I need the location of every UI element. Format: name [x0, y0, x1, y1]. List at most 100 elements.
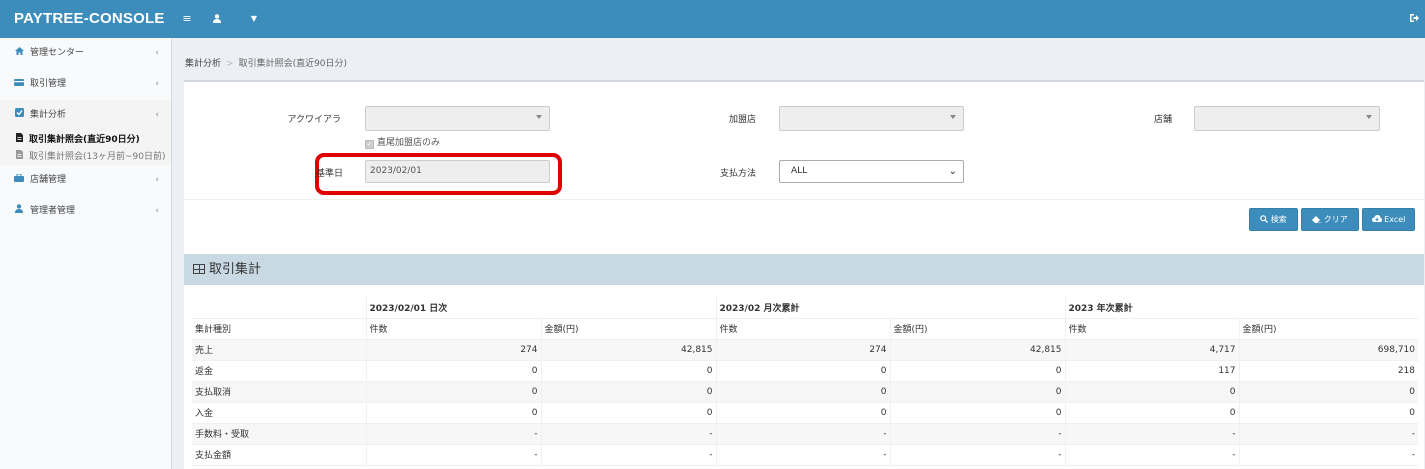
sidebar-item-label: 集計分析 [30, 110, 67, 120]
user-icon[interactable] [211, 0, 223, 38]
sidebar-item-label: 管理者管理 [30, 206, 76, 216]
excel-button[interactable]: Excel [1362, 208, 1415, 231]
table-cell: - [1238, 423, 1418, 445]
table-cell: 117 [1064, 360, 1239, 382]
sidebar-item-transaction[interactable]: 取引管理 ‹ [0, 69, 171, 100]
table-cell-type: 支払金額 [192, 444, 366, 466]
table-row: 手数料・受取 - - - - - - [192, 423, 1418, 445]
table-cell: - [365, 444, 541, 466]
table-cell-type: 売上 [192, 339, 366, 361]
table-header-cell [192, 297, 366, 319]
direct-only-checkbox[interactable]: ✓ [365, 140, 374, 149]
table-cell: 42,815 [889, 339, 1065, 361]
table-cell: 0 [1064, 402, 1239, 424]
acquirer-label: アクワイアラ [287, 115, 341, 125]
chevron-down-icon: ⌄ [948, 166, 957, 177]
table-cell: 0 [540, 402, 716, 424]
summary-title: 取引集計 [209, 262, 262, 277]
card-icon [14, 69, 24, 100]
caret-down-icon [950, 115, 956, 119]
payment-method-value: ALL [791, 166, 808, 176]
table-cell: 0 [889, 381, 1065, 403]
direct-only-label: 直尾加盟店のみ [377, 138, 441, 148]
table-cell: - [889, 444, 1065, 466]
table-icon [193, 264, 205, 274]
table-group-header: 2023/02/01 日次 [365, 297, 716, 319]
table-cell: - [365, 423, 541, 445]
table-cell: - [889, 423, 1065, 445]
table-row: 返金 0 0 0 0 117 218 [192, 360, 1418, 382]
caret-down-icon[interactable]: ▼ [249, 0, 259, 38]
search-button-label: 検索 [1270, 215, 1287, 224]
caret-down-icon [1366, 115, 1372, 119]
table-header-cell: 金額(円) [1238, 318, 1418, 340]
sidebar-subitem-13months[interactable]: 取引集計照会(13ヶ月前~90日前) [0, 148, 171, 165]
table-cell: 0 [715, 360, 890, 382]
sidebar-subitem-label: 取引集計照会(直近90日分) [29, 135, 140, 145]
sidebar-item-analytics[interactable]: 集計分析 ‹ [0, 100, 171, 131]
summary-panel-header: 取引集計 [184, 254, 1424, 285]
base-date-input[interactable]: 2023/02/01 [365, 160, 550, 183]
logout-icon[interactable] [1408, 0, 1420, 38]
table-cell: 42,815 [540, 339, 716, 361]
table-cell: - [540, 444, 716, 466]
table-cell: 0 [715, 381, 890, 403]
store-select[interactable] [1194, 106, 1380, 131]
brand-logo[interactable]: PAYTREE-CONSOLE [0, 0, 172, 38]
sidebar-item-admin[interactable]: 管理者管理 ‹ [0, 196, 171, 227]
acquirer-select[interactable] [365, 106, 550, 131]
table-cell: 4,717 [1064, 339, 1239, 361]
table-row: 支払金額 - - - - - - [192, 444, 1418, 466]
table-cell: - [715, 444, 890, 466]
table-row: 支払取消 0 0 0 0 0 0 [192, 381, 1418, 403]
chevron-left-icon: ‹ [155, 48, 159, 58]
table-cell: 0 [540, 381, 716, 403]
sidebar-item-label: 取引管理 [30, 79, 67, 89]
sidebar-subitem-recent90[interactable]: 取引集計照会(直近90日分) [0, 131, 171, 148]
breadcrumb: 集計分析 > 取引集計照会(直近90日分) [185, 56, 347, 69]
sidebar-item-management-center[interactable]: 管理センター ‹ [0, 38, 171, 69]
base-date-label: 基準日 [315, 169, 343, 179]
checkbox-icon [14, 100, 24, 131]
direct-only-checkbox-row[interactable]: ✓ 直尾加盟店のみ [365, 135, 440, 149]
table-cell: - [1238, 444, 1418, 466]
chevron-left-icon: ‹ [155, 79, 159, 89]
sidebar-item-store[interactable]: 店舗管理 ‹ [0, 165, 171, 196]
chevron-left-icon: ‹ [155, 206, 159, 216]
table-cell-type: 手数料・受取 [192, 423, 366, 445]
table-cell: 0 [1064, 381, 1239, 403]
summary-table: 2023/02/01 日次 2023/02 月次累計 2023 年次累計 集計種… [192, 297, 1418, 466]
table-cell: 274 [365, 339, 541, 361]
table-cell: 698,710 [1238, 339, 1418, 361]
caret-down-icon [536, 115, 542, 119]
search-button[interactable]: 検索 [1249, 208, 1298, 231]
clear-button-label: クリア [1323, 215, 1348, 224]
table-group-header: 2023 年次累計 [1064, 297, 1418, 319]
sidebar: 管理センター ‹ 取引管理 ‹ 集計分析 ‹ 取引集計照会(直近90日分) 取引… [0, 38, 172, 469]
merchant-select[interactable] [779, 106, 964, 131]
table-row: 入金 0 0 0 0 0 0 [192, 402, 1418, 424]
filter-divider [184, 199, 1424, 200]
payment-method-select[interactable]: ALL ⌄ [779, 160, 964, 183]
sidebar-item-label: 店舗管理 [30, 175, 67, 185]
file-icon [16, 148, 25, 165]
table-cell: 0 [889, 402, 1065, 424]
table-cell: 0 [889, 360, 1065, 382]
table-row: 売上 274 42,815 274 42,815 4,717 698,710 [192, 339, 1418, 361]
briefcase-icon [14, 165, 24, 196]
breadcrumb-parent[interactable]: 集計分析 [185, 59, 221, 69]
table-cell: - [1064, 444, 1239, 466]
table-header-cell: 件数 [715, 318, 890, 340]
excel-button-label: Excel [1384, 215, 1406, 224]
table-group-header-row: 2023/02/01 日次 2023/02 月次累計 2023 年次累計 [192, 297, 1418, 319]
payment-method-label: 支払方法 [719, 169, 756, 179]
search-icon [1260, 215, 1271, 224]
table-header-cell: 集計種別 [192, 318, 366, 340]
hamburger-icon[interactable]: ≡ [180, 0, 194, 38]
table-cell: 218 [1238, 360, 1418, 382]
clear-button[interactable]: クリア [1301, 208, 1359, 231]
main-content: 集計分析 > 取引集計照会(直近90日分) アクワイアラ ✓ 直尾加盟店のみ 基準日 … [173, 38, 1425, 469]
table-cell: 0 [365, 360, 541, 382]
table-cell: 0 [1238, 402, 1418, 424]
table-header-cell: 件数 [1064, 318, 1239, 340]
